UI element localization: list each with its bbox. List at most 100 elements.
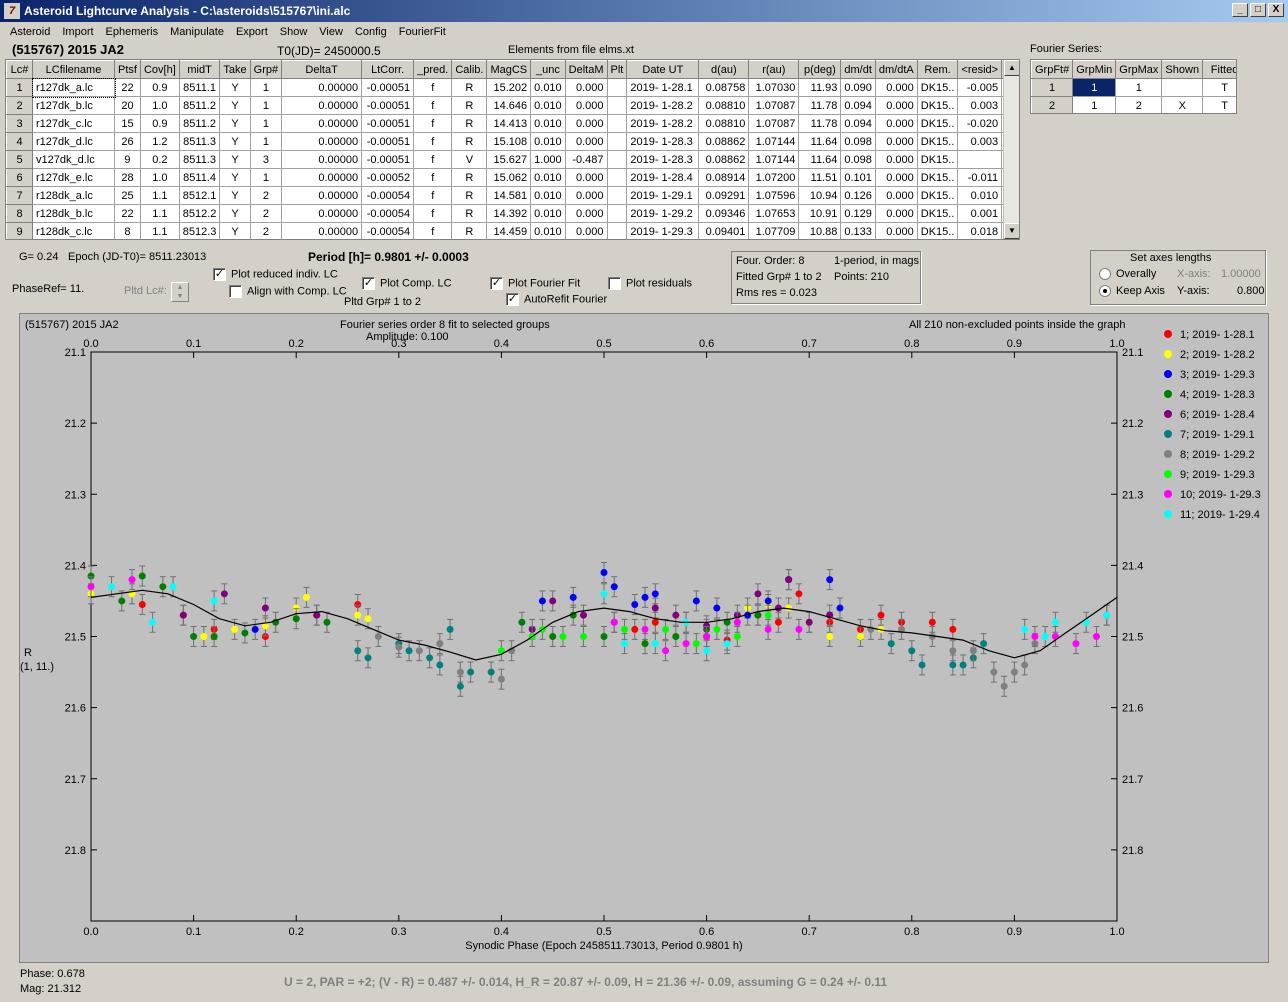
table-cell[interactable]: 0.010 [530, 78, 566, 97]
table-cell[interactable]: 1.07144 [748, 132, 800, 151]
table-cell[interactable]: 1.2 [139, 132, 180, 151]
table-cell[interactable]: f [413, 204, 453, 223]
table-cell[interactable]: 1 [249, 132, 283, 151]
table-cell[interactable]: 11.64 [798, 150, 842, 169]
table-cell[interactable]: 0.010 [530, 96, 566, 115]
fourier-row-number[interactable]: 2 [1031, 96, 1074, 113]
table-cell[interactable]: 0.9 [139, 114, 180, 133]
table-cell[interactable]: 0.00000 [281, 78, 363, 97]
menu-manipulate[interactable]: Manipulate [164, 26, 230, 38]
table-cell[interactable]: -0.487 [564, 150, 608, 169]
table-cell[interactable]: 22 [114, 204, 141, 223]
table-cell[interactable]: r128dk_c.lc [32, 222, 115, 239]
table-cell[interactable]: 10.91 [798, 204, 842, 223]
fourier-row[interactable]: 212XT [1031, 96, 1236, 113]
table-cell[interactable]: 0.09346 [698, 204, 750, 223]
table-cell[interactable]: R [451, 222, 488, 239]
table-cell[interactable]: f [413, 168, 453, 187]
table-cell[interactable]: 0.003 [957, 96, 1003, 115]
table-cell[interactable] [606, 132, 628, 151]
table-cell[interactable]: r127dk_d.lc [32, 132, 115, 151]
table-cell[interactable]: 8512.1 [178, 186, 221, 205]
table-cell[interactable]: R [451, 168, 488, 187]
row-number-cell[interactable]: 6 [6, 168, 33, 187]
row-number-cell[interactable]: 7 [6, 186, 33, 205]
table-cell[interactable]: 1.07030 [748, 78, 800, 97]
table-cell[interactable]: 11.51 [798, 168, 842, 187]
table-cell[interactable] [606, 78, 628, 97]
column-header[interactable]: _pred. [413, 60, 453, 79]
table-cell[interactable]: 0.001 [957, 204, 1003, 223]
table-cell[interactable]: R [451, 78, 488, 97]
table-cell[interactable]: 0.09291 [698, 186, 750, 205]
column-header[interactable]: d(au) [698, 60, 750, 79]
table-cell[interactable]: Y [219, 132, 251, 151]
table-cell[interactable]: DK15.. [916, 78, 959, 97]
column-header[interactable]: p(deg) [798, 60, 842, 79]
table-cell[interactable]: 15.627 [486, 150, 532, 169]
table-cell[interactable]: v127dk_d.lc [32, 150, 115, 169]
table-cell[interactable]: DK15.. [916, 150, 959, 169]
column-header[interactable]: Lc# [6, 60, 33, 79]
row-number-cell[interactable]: 9 [6, 222, 33, 239]
table-cell[interactable]: -0.00051 [361, 78, 415, 97]
table-cell[interactable]: 1 [249, 78, 283, 97]
column-header[interactable]: Ptsf [114, 60, 141, 79]
table-cell[interactable]: 0.00000 [281, 222, 363, 239]
column-header[interactable]: Date UT [626, 60, 700, 79]
table-cell[interactable]: 0.000 [874, 132, 918, 151]
fourier-cell[interactable]: T [1202, 96, 1236, 113]
table-cell[interactable]: R [451, 96, 488, 115]
table-cell[interactable]: 0.2 [139, 150, 180, 169]
table-cell[interactable]: 0.00000 [281, 186, 363, 205]
menu-ephemeris[interactable]: Ephemeris [100, 26, 165, 38]
table-cell[interactable]: 8511.2 [178, 96, 221, 115]
column-header[interactable]: _unc [530, 60, 566, 79]
menu-import[interactable]: Import [56, 26, 99, 38]
table-row[interactable]: 8 r128dk_b.lc 22 1.1 8512.2 Y 2 0.00000 -0.00054… [6, 204, 1019, 223]
row-number-cell[interactable]: 1 [6, 78, 33, 97]
table-cell[interactable] [606, 168, 628, 187]
table-cell[interactable]: 8511.3 [178, 150, 221, 169]
table-cell[interactable]: 0.08862 [698, 150, 750, 169]
table-cell[interactable] [606, 186, 628, 205]
table-cell[interactable]: 1.07596 [748, 186, 800, 205]
column-header[interactable]: dm/dtA [874, 60, 918, 79]
table-cell[interactable]: 2019- 1-28.4 [626, 168, 700, 187]
table-cell[interactable]: 0.000 [874, 150, 918, 169]
table-cell[interactable]: 0.00000 [281, 96, 363, 115]
table-cell[interactable]: 2019- 1-29.3 [626, 222, 700, 239]
table-cell[interactable]: 0.000 [564, 204, 608, 223]
table-cell[interactable]: f [413, 114, 453, 133]
table-row[interactable]: 9 r128dk_c.lc 8 1.1 8512.3 Y 2 0.00000 -0.00054 f… [6, 222, 1019, 239]
row-number-cell[interactable]: 8 [6, 204, 33, 223]
column-header[interactable]: DeltaT [281, 60, 363, 79]
table-cell[interactable]: 0.129 [840, 204, 876, 223]
table-cell[interactable]: 1 [249, 96, 283, 115]
x-axis-value[interactable]: 1.00000 [1221, 268, 1261, 280]
table-cell[interactable]: 1 [249, 168, 283, 187]
table-cell[interactable]: 0.010 [530, 114, 566, 133]
table-cell[interactable]: Y [219, 78, 251, 97]
table-cell[interactable]: DK15.. [916, 96, 959, 115]
table-cell[interactable]: 8512.3 [178, 222, 221, 239]
table-cell[interactable]: 0.094 [840, 114, 876, 133]
autorefit-checkbox[interactable]: ✓ AutoRefit Fourier [506, 293, 607, 306]
table-cell[interactable]: 8511.4 [178, 168, 221, 187]
table-cell[interactable]: -0.00052 [361, 168, 415, 187]
table-cell[interactable]: 0.133 [840, 222, 876, 239]
table-cell[interactable]: r127dk_c.lc [32, 114, 115, 133]
table-cell[interactable]: 10.88 [798, 222, 842, 239]
table-cell[interactable]: 8511.2 [178, 114, 221, 133]
table-cell[interactable]: 14.646 [486, 96, 532, 115]
table-cell[interactable]: Y [219, 222, 251, 239]
table-cell[interactable]: 20 [114, 96, 141, 115]
minimize-button[interactable]: _ [1232, 3, 1248, 17]
fourier-column-header[interactable]: Shown [1161, 60, 1204, 79]
table-cell[interactable]: R [451, 204, 488, 223]
table-cell[interactable]: f [413, 222, 453, 239]
table-cell[interactable]: 0.010 [530, 186, 566, 205]
table-cell[interactable]: f [413, 132, 453, 151]
fourier-cell[interactable]: 2 [1115, 96, 1163, 113]
table-cell[interactable]: 0.094 [840, 96, 876, 115]
